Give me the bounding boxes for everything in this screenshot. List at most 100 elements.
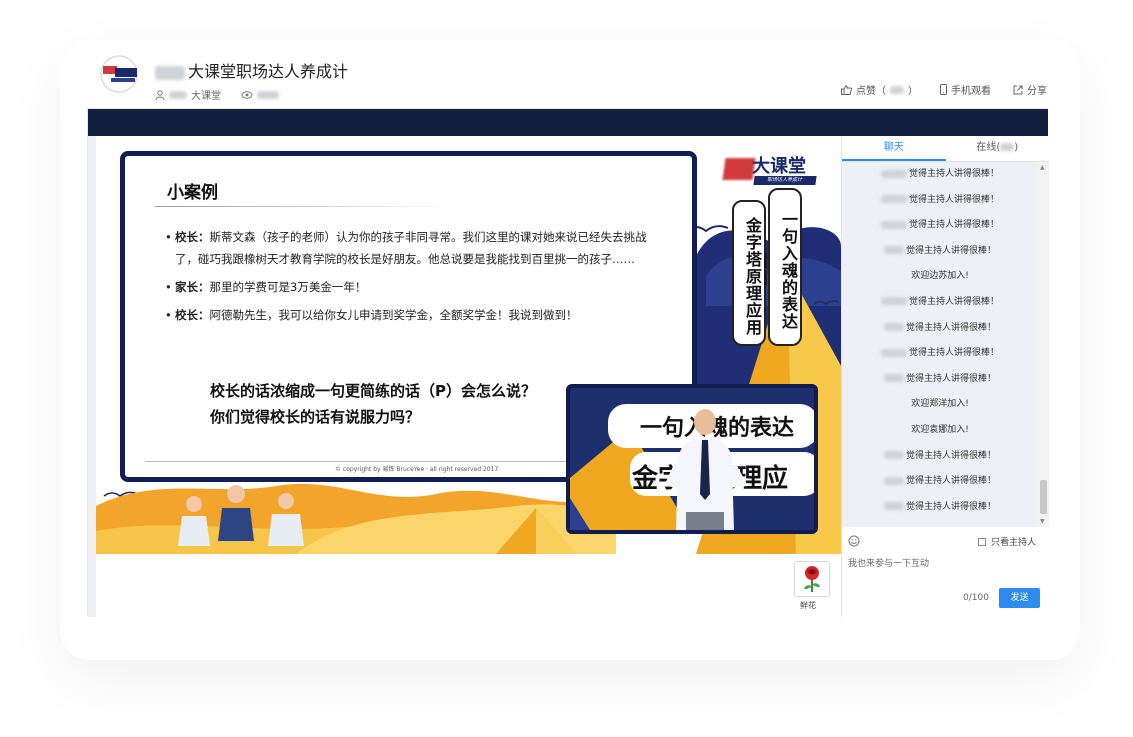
like-label: 点赞（ xyxy=(856,86,886,97)
tab-chat-label: 聊天 xyxy=(883,142,904,153)
bullet-speaker: 校长： xyxy=(175,230,210,244)
brand-subtitle: 职场达人养成计 xyxy=(753,176,817,185)
bullet-item: 家长：那里的学费可是3万美金一年！ xyxy=(165,276,665,298)
username-redacted xyxy=(880,195,907,204)
like-label-close: ） xyxy=(908,86,918,97)
player-topbar xyxy=(88,109,1048,136)
chat-message: 觉得主持人讲得很棒！ xyxy=(842,316,1038,342)
slide-question: 校长的话浓缩成一句更简练的话（P）会怎么说？ 你们觉得校长的话有说服力吗？ xyxy=(210,378,536,430)
course-title-text: 大课堂职场达人养成计 xyxy=(188,62,349,81)
chat-message-text: 觉得主持人讲得很棒！ xyxy=(908,169,999,179)
copyright-text: © copyright by 易炼 BruceYee · all right r… xyxy=(335,466,499,473)
chat-message: 欢迎袁娜加入! xyxy=(842,418,1038,444)
username-redacted xyxy=(883,476,904,485)
case-bullets: 校长：斯蒂文森（孩子的老师）认为你的孩子非同寻常。我们这里的课对她来说已经失去挑… xyxy=(165,226,665,332)
bullet-text: 那里的学费可是3万美金一年！ xyxy=(209,280,367,294)
thumbs-up-icon xyxy=(841,84,852,95)
chat-message-text: 觉得主持人讲得很棒！ xyxy=(908,194,999,205)
chat-input[interactable]: 我也来参与一下互动 xyxy=(848,556,1043,586)
scroll-up-arrow-icon[interactable]: ▲ xyxy=(1040,164,1045,171)
bullet-speaker: 校长： xyxy=(175,308,210,322)
author-name[interactable]: 大课堂 xyxy=(191,87,221,102)
chat-message-text: 觉得主持人讲得很棒！ xyxy=(905,476,996,487)
chat-message-text: 欢迎边苏加入! xyxy=(911,271,969,282)
user-icon xyxy=(155,89,165,100)
share-button[interactable]: 分享 xyxy=(1013,82,1047,97)
chat-message: 觉得主持人讲得很棒！ xyxy=(842,495,1038,521)
tab-online-label-close: ) xyxy=(1014,142,1019,153)
chat-message-text: 觉得主持人讲得很棒！ xyxy=(908,348,999,359)
chat-message: 觉得主持人讲得很棒！ xyxy=(842,239,1038,265)
char-counter: 0/100 xyxy=(963,593,989,603)
tab-online-label: 在线( xyxy=(976,142,1001,153)
only-host-checkbox[interactable] xyxy=(978,537,986,546)
chat-message: 欢迎边苏加入! xyxy=(842,264,1038,290)
chat-message-list[interactable]: 觉得主持人讲得很棒！ 觉得主持人讲得很棒！ 觉得主持人讲得很棒！ 觉得主持人讲得… xyxy=(842,162,1038,527)
vertical-banner-right: 一句入魂的表达—— xyxy=(757,188,802,346)
course-meta: 大课堂 xyxy=(155,87,279,102)
like-button[interactable]: 点赞（ ） xyxy=(841,82,918,97)
username-redacted xyxy=(883,374,904,383)
chat-message-text: 觉得主持人讲得很棒！ xyxy=(905,501,996,512)
chat-scrollbar[interactable]: ▲ ▼ xyxy=(1038,162,1049,527)
chat-message-text: 欢迎郑洋加入! xyxy=(911,399,969,410)
emoji-icon[interactable] xyxy=(848,535,860,547)
brand-text: 大课堂 xyxy=(752,156,806,177)
username-redacted xyxy=(883,246,904,255)
chat-message: 觉得主持人讲得很棒！ xyxy=(842,188,1038,214)
mobile-watch-button[interactable]: 手机观看 xyxy=(940,82,991,97)
username-redacted xyxy=(880,169,907,178)
flower-icon xyxy=(804,566,820,592)
username-redacted xyxy=(880,220,907,229)
send-button[interactable]: 发送 xyxy=(999,588,1040,608)
share-icon xyxy=(1013,85,1023,94)
chat-message: 觉得主持人讲得很棒！ xyxy=(842,341,1038,367)
chat-message: 觉得主持人讲得很棒！ xyxy=(842,290,1038,316)
chat-panel: 聊天 在线() 觉得主持人讲得很棒！ 觉得主持人讲得很棒！ 觉得主持人讲得很棒！… xyxy=(841,136,1050,617)
brand-logo-icon xyxy=(100,55,138,93)
flower-gift-button[interactable] xyxy=(794,561,830,597)
scroll-down-arrow-icon[interactable]: ▼ xyxy=(1040,518,1045,525)
header-actions: 点赞（ ） 手机观看 分享 xyxy=(841,82,1047,97)
chat-message: 觉得主持人讲得很棒！ xyxy=(842,213,1038,239)
bullet-text: 阿德勒先生，我可以给你女儿申请到奖学金，全额奖学金！我说到做到！ xyxy=(209,308,578,322)
course-header: 大课堂职场达人养成计 大课堂 点赞（ ） 手机观看 分享 xyxy=(87,50,1047,108)
bullet-speaker: 家长： xyxy=(175,280,210,294)
redacted-text xyxy=(169,90,187,99)
tab-chat[interactable]: 聊天 xyxy=(842,136,946,161)
share-label: 分享 xyxy=(1027,86,1047,97)
username-redacted xyxy=(883,323,904,332)
bullet-item: 校长：斯蒂文森（孩子的老师）认为你的孩子非同寻常。我们这里的课对她来说已经失去挑… xyxy=(165,226,665,270)
like-count-redacted xyxy=(890,85,904,94)
tab-online[interactable]: 在线() xyxy=(946,136,1050,161)
chat-message-text: 觉得主持人讲得很棒！ xyxy=(905,450,996,461)
chat-message-text: 觉得主持人讲得很棒！ xyxy=(905,322,996,333)
username-redacted xyxy=(883,451,904,460)
chat-message: 欢迎郑洋加入! xyxy=(842,392,1038,418)
redacted-text xyxy=(155,65,185,80)
chat-tools: 只看主持人 xyxy=(848,533,1043,551)
title-divider xyxy=(155,206,455,207)
username-redacted xyxy=(880,348,907,357)
chat-message-text: 觉得主持人讲得很棒！ xyxy=(908,220,999,231)
bullet-text: 斯蒂文森（孩子的老师）认为你的孩子非同寻常。我们这里的课对她来说已经失去挑战了，… xyxy=(175,230,647,266)
chat-message-text: 觉得主持人讲得很棒！ xyxy=(905,373,996,384)
presentation-slide: 小案例 校长：斯蒂文森（孩子的老师）认为你的孩子非同寻常。我们这里的课对她来说已… xyxy=(96,136,841,554)
only-host-toggle[interactable]: 只看主持人 xyxy=(978,535,1036,548)
chat-message: 觉得主持人讲得很棒！ xyxy=(842,367,1038,393)
chat-message-text: 觉得主持人讲得很棒！ xyxy=(908,296,999,307)
chat-message: 觉得主持人讲得很棒！ xyxy=(842,162,1038,188)
course-title: 大课堂职场达人养成计 xyxy=(155,61,348,83)
bullet-item: 校长：阿德勒先生，我可以给你女儿申请到奖学金，全额奖学金！我说到做到！ xyxy=(165,304,665,326)
player-bottom-area xyxy=(96,554,841,617)
chat-message: 觉得主持人讲得很棒！ xyxy=(842,469,1038,495)
chat-scroll-thumb[interactable] xyxy=(1040,480,1047,514)
eye-icon xyxy=(241,90,253,99)
live-player: 小案例 校长：斯蒂文森（孩子的老师）认为你的孩子非同寻常。我们这里的课对她来说已… xyxy=(87,108,1050,617)
only-host-label: 只看主持人 xyxy=(991,538,1037,548)
chat-message-text: 觉得主持人讲得很棒！ xyxy=(905,245,996,256)
question-line-2: 你们觉得校长的话有说服力吗？ xyxy=(210,408,421,426)
presenter-video[interactable]: 一句入魂的表达 金字塔原理应 xyxy=(566,384,818,534)
question-line-1: 校长的话浓缩成一句更简练的话（P）会怎么说？ xyxy=(210,382,536,400)
online-count-redacted xyxy=(1000,143,1015,151)
